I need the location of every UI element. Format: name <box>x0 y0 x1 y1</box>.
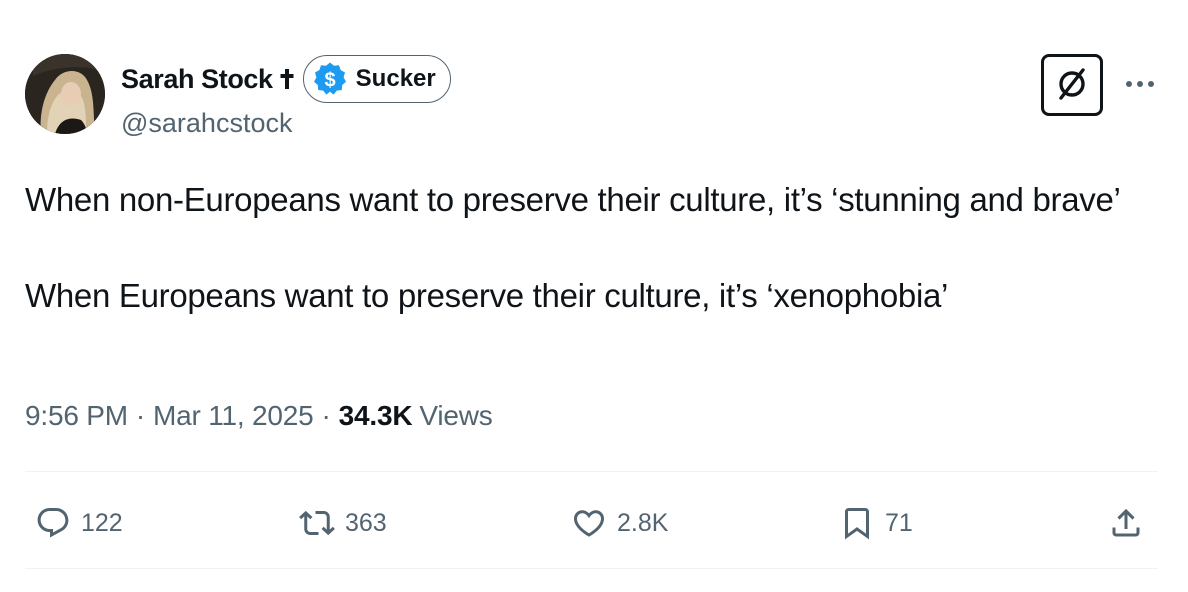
author-name-row: Sarah Stock $ Sucker <box>121 55 451 103</box>
bookmark-count: 71 <box>885 508 913 537</box>
tweet-meta: 9:56 PM · Mar 11, 2025 · 34.3K Views <box>25 400 493 432</box>
tweet-paragraph: When non-Europeans want to preserve thei… <box>25 181 1121 218</box>
repost-button[interactable]: 363 <box>299 495 387 551</box>
like-count: 2.8K <box>617 508 669 537</box>
reply-icon <box>35 505 71 541</box>
meta-separator: · <box>321 400 331 431</box>
divider <box>25 471 1158 472</box>
avatar[interactable] <box>25 54 105 134</box>
tweet: Sarah Stock $ Sucker @sarahcstock When n… <box>0 0 1188 592</box>
meta-separator: · <box>135 400 146 431</box>
author-display-name[interactable]: Sarah Stock <box>121 64 273 95</box>
tweet-paragraph: When Europeans want to preserve their cu… <box>25 277 949 314</box>
reply-button[interactable]: 122 <box>35 495 123 551</box>
affiliation-badge[interactable]: $ Sucker <box>302 55 451 103</box>
author-handle[interactable]: @sarahcstock <box>121 108 292 139</box>
tweet-text: When non-Europeans want to preserve thei… <box>25 176 1155 320</box>
cross-icon <box>279 66 295 92</box>
repost-icon <box>299 505 335 541</box>
repost-count: 363 <box>345 508 387 537</box>
more-dots-icon <box>1125 76 1155 94</box>
views-label: Views <box>419 400 493 431</box>
heart-icon <box>571 505 607 541</box>
like-button[interactable]: 2.8K <box>571 495 668 551</box>
reply-count: 122 <box>81 508 123 537</box>
tweet-time[interactable]: 9:56 PM <box>25 400 128 432</box>
avatar-image <box>25 54 105 134</box>
divider <box>25 568 1158 569</box>
svg-text:$: $ <box>324 70 335 92</box>
views-count[interactable]: 34.3K <box>339 400 413 432</box>
share-button[interactable] <box>1108 495 1144 551</box>
tweet-date[interactable]: Mar 11, 2025 <box>153 400 314 432</box>
badge-label: Sucker <box>355 65 436 92</box>
dollar-circle-icon: $ <box>312 61 348 97</box>
bookmark-icon <box>839 505 875 541</box>
bookmark-button[interactable]: 71 <box>839 495 913 551</box>
share-icon <box>1108 505 1144 541</box>
grok-button[interactable] <box>1041 54 1103 116</box>
more-options-button[interactable] <box>1120 70 1160 100</box>
action-bar: 122 363 2.8K 71 <box>25 495 1158 551</box>
slashed-circle-icon <box>1052 63 1092 108</box>
